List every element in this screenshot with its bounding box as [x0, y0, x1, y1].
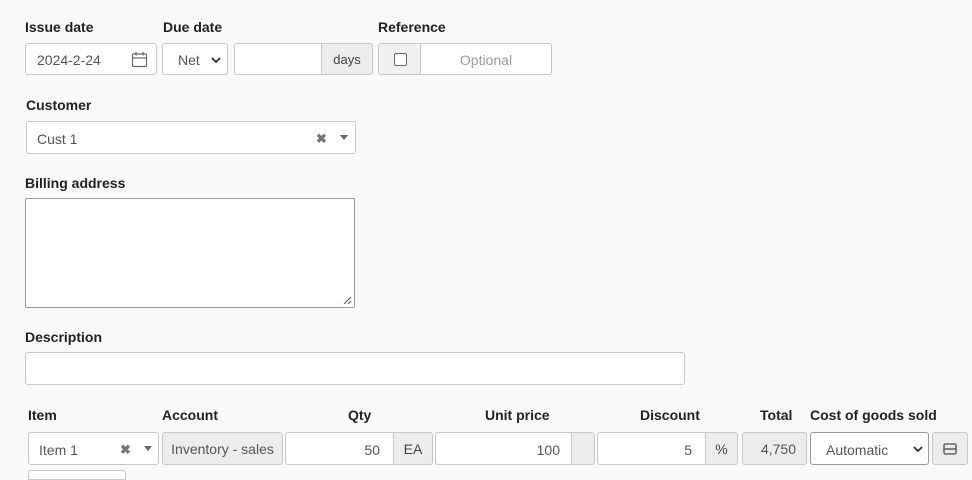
col-header-unit-price: Unit price — [485, 407, 550, 423]
chevron-down-icon[interactable] — [144, 446, 152, 451]
chevron-down-icon — [211, 57, 221, 64]
line-cogs-select[interactable]: Automatic — [810, 432, 929, 465]
line-total: 4,750 — [742, 432, 807, 465]
calendar-icon[interactable] — [131, 51, 148, 68]
line-qty-unit: EA — [393, 432, 433, 465]
clear-x-icon[interactable]: ✖ — [120, 442, 131, 458]
line-unit-price-input[interactable]: 100 — [435, 432, 573, 465]
line-qty-input[interactable]: 50 — [285, 432, 395, 465]
line-cogs-value: Automatic — [826, 442, 889, 458]
line-discount-unit: % — [705, 432, 738, 465]
billing-address-textarea[interactable] — [25, 198, 355, 308]
issue-date-value: 2024-2-24 — [37, 52, 101, 68]
col-header-item: Item — [28, 407, 57, 423]
line-discount-input[interactable]: 5 — [597, 432, 707, 465]
line-unit-price-addon — [571, 432, 595, 465]
line-item-select[interactable]: Item 1 ✖ — [28, 432, 159, 465]
resize-handle-icon[interactable] — [343, 296, 352, 305]
col-header-total: Total — [760, 407, 793, 423]
customer-value: Cust 1 — [37, 131, 78, 147]
reference-input[interactable]: Optional — [420, 43, 552, 75]
row-options-button[interactable] — [932, 432, 968, 465]
col-header-cogs: Cost of goods sold — [810, 407, 937, 423]
chevron-down-icon[interactable] — [340, 135, 348, 140]
chevron-down-icon — [913, 446, 923, 453]
line-discount-value: 5 — [684, 442, 692, 458]
clear-x-icon[interactable]: ✖ — [316, 131, 327, 147]
customer-select[interactable]: Cust 1 ✖ — [26, 121, 356, 154]
description-label: Description — [25, 329, 103, 345]
col-header-discount: Discount — [640, 407, 700, 423]
issue-date-input[interactable]: 2024-2-24 — [25, 43, 157, 75]
reference-placeholder: Optional — [459, 52, 513, 68]
line-unit-price-value: 100 — [536, 442, 560, 458]
due-date-mode-value: Net — [178, 52, 200, 68]
reference-checkbox-wrap[interactable] — [378, 43, 422, 75]
due-date-label: Due date — [163, 19, 223, 35]
col-header-qty: Qty — [348, 407, 372, 423]
due-date-mode-select[interactable]: Net — [162, 43, 228, 75]
reference-checkbox[interactable] — [393, 52, 407, 66]
col-header-account: Account — [162, 407, 218, 423]
billing-address-label: Billing address — [25, 175, 126, 191]
issue-date-label: Issue date — [25, 19, 94, 35]
line-item-value: Item 1 — [39, 442, 78, 458]
customer-label: Customer — [26, 97, 92, 113]
next-row-item-select[interactable] — [28, 470, 126, 480]
description-input[interactable] — [25, 352, 685, 385]
line-qty-value: 50 — [364, 442, 380, 458]
reference-label: Reference — [378, 19, 446, 35]
due-days-unit: days — [321, 43, 373, 75]
row-options-icon — [943, 442, 957, 455]
line-account: Inventory - sales — [162, 432, 283, 465]
due-days-input[interactable] — [234, 43, 324, 75]
